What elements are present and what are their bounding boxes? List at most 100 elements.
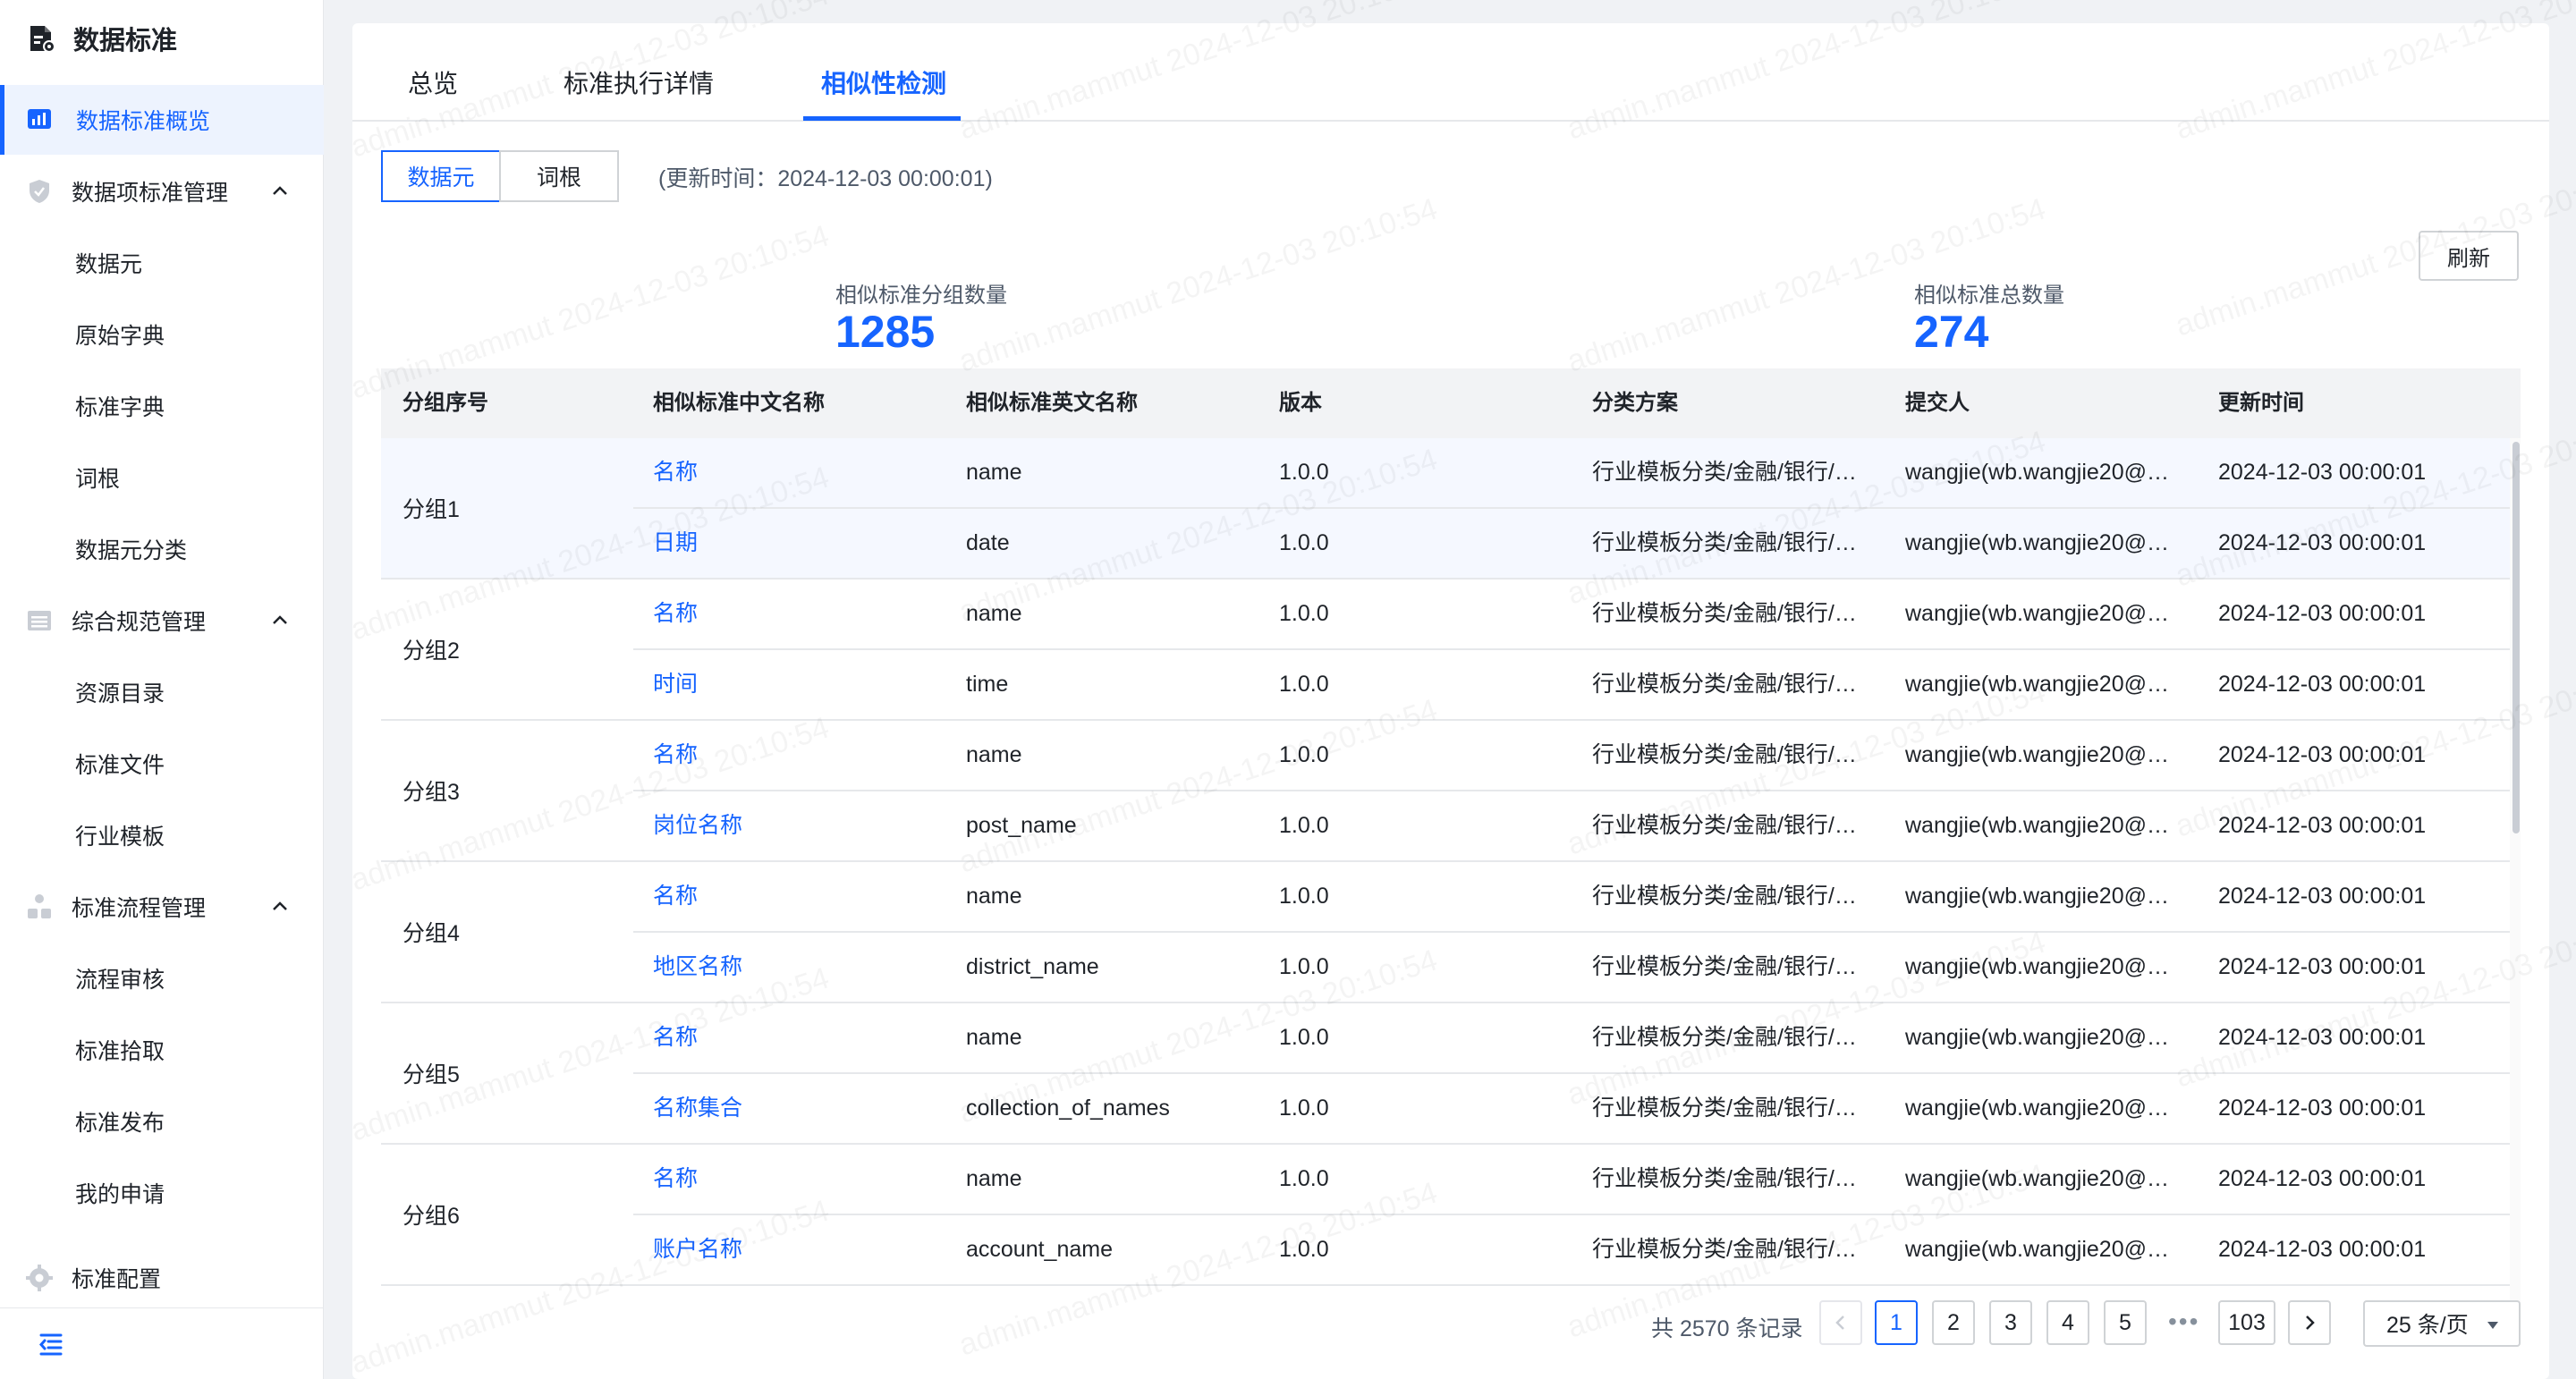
collapse-sidebar-icon[interactable] (36, 1329, 66, 1359)
segment-word-root[interactable]: 词根 (499, 150, 619, 202)
sidebar-item-8[interactable]: 资源目录 (0, 657, 324, 727)
version-cell: 1.0.0 (1279, 1025, 1329, 1050)
cn-name-link[interactable]: 名称 (653, 438, 939, 507)
sidebar-item-13[interactable]: 标准拾取 (0, 1015, 324, 1085)
page-size-select[interactable]: 25 条/页 (2363, 1300, 2521, 1347)
sidebar-item-9[interactable]: 标准文件 (0, 729, 324, 799)
hierarchy-icon (28, 894, 51, 918)
table-row[interactable]: 账户名称 account_name 1.0.0 行业模板分类/金融/银行/… wangj… (633, 1215, 2510, 1286)
table-row[interactable]: 名称 name 1.0.0 行业模板分类/金融/银行/… wangjie(wb.wang… (633, 1145, 2510, 1215)
table-row[interactable]: 名称 name 1.0.0 行业模板分类/金融/银行/… wangjie(wb.wang… (633, 721, 2510, 791)
cn-name-link[interactable]: 名称 (653, 580, 939, 648)
prev-page-button[interactable] (1819, 1300, 1862, 1345)
cn-name-link[interactable]: 名称 (653, 1145, 939, 1214)
submitter-cell: wangjie(wb.wangjie20@… (1905, 954, 2169, 979)
updated-cell: 2024-12-03 00:00:01 (2218, 742, 2427, 767)
cn-name-link[interactable]: 名称 (653, 721, 939, 790)
version-cell: 1.0.0 (1279, 954, 1329, 979)
updated-cell: 2024-12-03 00:00:01 (2218, 1025, 2427, 1050)
submitter-cell: wangjie(wb.wangjie20@… (1905, 1237, 2169, 1262)
cn-name-link[interactable]: 时间 (653, 650, 939, 719)
page-last[interactable]: 103 (2218, 1300, 2275, 1345)
scheme-cell: 行业模板分类/金融/银行/… (1592, 530, 1857, 555)
table-row[interactable]: 时间 time 1.0.0 行业模板分类/金融/银行/… wangjie(wb.wang… (633, 650, 2510, 721)
tab-execution-details[interactable]: 标准执行详情 (564, 64, 714, 100)
tab-overview[interactable]: 总览 (408, 64, 458, 100)
group-label: 分组1 (402, 497, 460, 522)
cn-name-link[interactable]: 日期 (653, 509, 939, 578)
sidebar-item-5[interactable]: 词根 (0, 443, 324, 512)
table-row[interactable]: 名称 name 1.0.0 行业模板分类/金融/银行/… wangjie(wb.wang… (633, 438, 2510, 509)
sidebar-item-12[interactable]: 流程审核 (0, 943, 324, 1013)
sidebar-item-2[interactable]: 数据元 (0, 228, 324, 298)
submitter-cell: wangjie(wb.wangjie20@… (1905, 884, 2169, 909)
cn-name-link[interactable]: 名称 (653, 1003, 939, 1072)
version-cell: 1.0.0 (1279, 1096, 1329, 1121)
table-scrollbar-thumb[interactable] (2512, 442, 2520, 833)
table-row[interactable]: 岗位名称 post_name 1.0.0 行业模板分类/金融/银行/… wangjie(… (633, 791, 2510, 862)
sidebar-item-3[interactable]: 原始字典 (0, 300, 324, 369)
group-cell: 分组6 (381, 1145, 633, 1286)
chevron-up-icon[interactable] (268, 895, 292, 918)
scheme-cell: 行业模板分类/金融/银行/… (1592, 460, 1857, 485)
table-row[interactable]: 名称 name 1.0.0 行业模板分类/金融/银行/… wangjie(wb.wang… (633, 862, 2510, 933)
en-name-cell: name (966, 742, 1022, 767)
app-title: 数据标准 (73, 27, 178, 55)
sidebar-item-label: 标准文件 (75, 753, 165, 778)
table-row[interactable]: 地区名称 district_name 1.0.0 行业模板分类/金融/银行/… wang… (633, 933, 2510, 1003)
sidebar-item-6[interactable]: 数据元分类 (0, 514, 324, 584)
updated-cell: 2024-12-03 00:00:01 (2218, 813, 2427, 838)
group-label: 分组3 (402, 780, 460, 805)
segment-data-element[interactable]: 数据元 (381, 150, 501, 202)
table-row[interactable]: 名称 name 1.0.0 行业模板分类/金融/银行/… wangjie(wb.wang… (633, 1003, 2510, 1074)
sidebar-item-7[interactable]: 综合规范管理 (0, 586, 324, 656)
cn-name-link[interactable]: 名称集合 (653, 1074, 939, 1143)
cn-name-link[interactable]: 地区名称 (653, 933, 939, 1002)
version-cell: 1.0.0 (1279, 601, 1329, 626)
table-row[interactable]: 日期 date 1.0.0 行业模板分类/金融/银行/… wangjie(wb.wang… (633, 509, 2510, 580)
en-name-cell: time (966, 672, 1009, 697)
chevron-up-icon[interactable] (268, 609, 292, 632)
sidebar-item-1[interactable]: 数据项标准管理 (0, 157, 324, 226)
en-name-cell: date (966, 530, 1010, 555)
sidebar-item-15[interactable]: 我的申请 (0, 1158, 324, 1228)
refresh-button[interactable]: 刷新 (2419, 231, 2519, 281)
tab-similarity-check[interactable]: 相似性检测 (821, 64, 946, 100)
sidebar-item-11[interactable]: 标准流程管理 (0, 872, 324, 942)
page-ellipsis[interactable]: ••• (2168, 1307, 2199, 1336)
sidebar-item-10[interactable]: 行业模板 (0, 800, 324, 870)
page-2[interactable]: 2 (1932, 1300, 1975, 1345)
sidebar-item-label: 词根 (75, 467, 121, 492)
page-4[interactable]: 4 (2046, 1300, 2089, 1345)
sidebar-item-label: 流程审核 (75, 968, 165, 993)
version-cell: 1.0.0 (1279, 813, 1329, 838)
table-row[interactable]: 名称 name 1.0.0 行业模板分类/金融/银行/… wangjie(wb.wang… (633, 580, 2510, 650)
total-count-value: 274 (1914, 307, 1989, 357)
cn-name-link[interactable]: 岗位名称 (653, 791, 939, 860)
version-cell: 1.0.0 (1279, 530, 1329, 555)
updated-cell: 2024-12-03 00:00:01 (2218, 672, 2427, 697)
next-page-button[interactable] (2288, 1300, 2331, 1345)
scheme-cell: 行业模板分类/金融/银行/… (1592, 813, 1857, 838)
submitter-cell: wangjie(wb.wangjie20@… (1905, 601, 2169, 626)
sidebar-item-0[interactable]: 数据标准概览 (0, 85, 324, 155)
page-1[interactable]: 1 (1875, 1300, 1918, 1345)
shield-icon (30, 180, 49, 203)
page-5[interactable]: 5 (2104, 1300, 2147, 1345)
sidebar-item-14[interactable]: 标准发布 (0, 1087, 324, 1156)
chevron-up-icon[interactable] (268, 180, 292, 203)
col-group: 分组序号 (402, 391, 488, 415)
sidebar-item-16[interactable]: 标准配置 (0, 1243, 324, 1313)
sidebar-item-label: 标准字典 (75, 395, 165, 420)
group-label: 分组4 (402, 921, 460, 946)
cn-name-link[interactable]: 名称 (653, 862, 939, 931)
page-3[interactable]: 3 (1989, 1300, 2032, 1345)
total-count-label: 相似标准总数量 (1914, 283, 2064, 308)
tab-bar: 总览 标准执行详情 相似性检测 (352, 23, 2549, 122)
scheme-cell: 行业模板分类/金融/银行/… (1592, 601, 1857, 626)
table-row[interactable]: 名称集合 collection_of_names 1.0.0 行业模板分类/金融/银行… (633, 1074, 2510, 1145)
cn-name-link[interactable]: 账户名称 (653, 1215, 939, 1284)
sidebar-item-4[interactable]: 标准字典 (0, 371, 324, 441)
en-name-cell: name (966, 884, 1022, 909)
page-size-value: 25 条/页 (2386, 1313, 2469, 1338)
